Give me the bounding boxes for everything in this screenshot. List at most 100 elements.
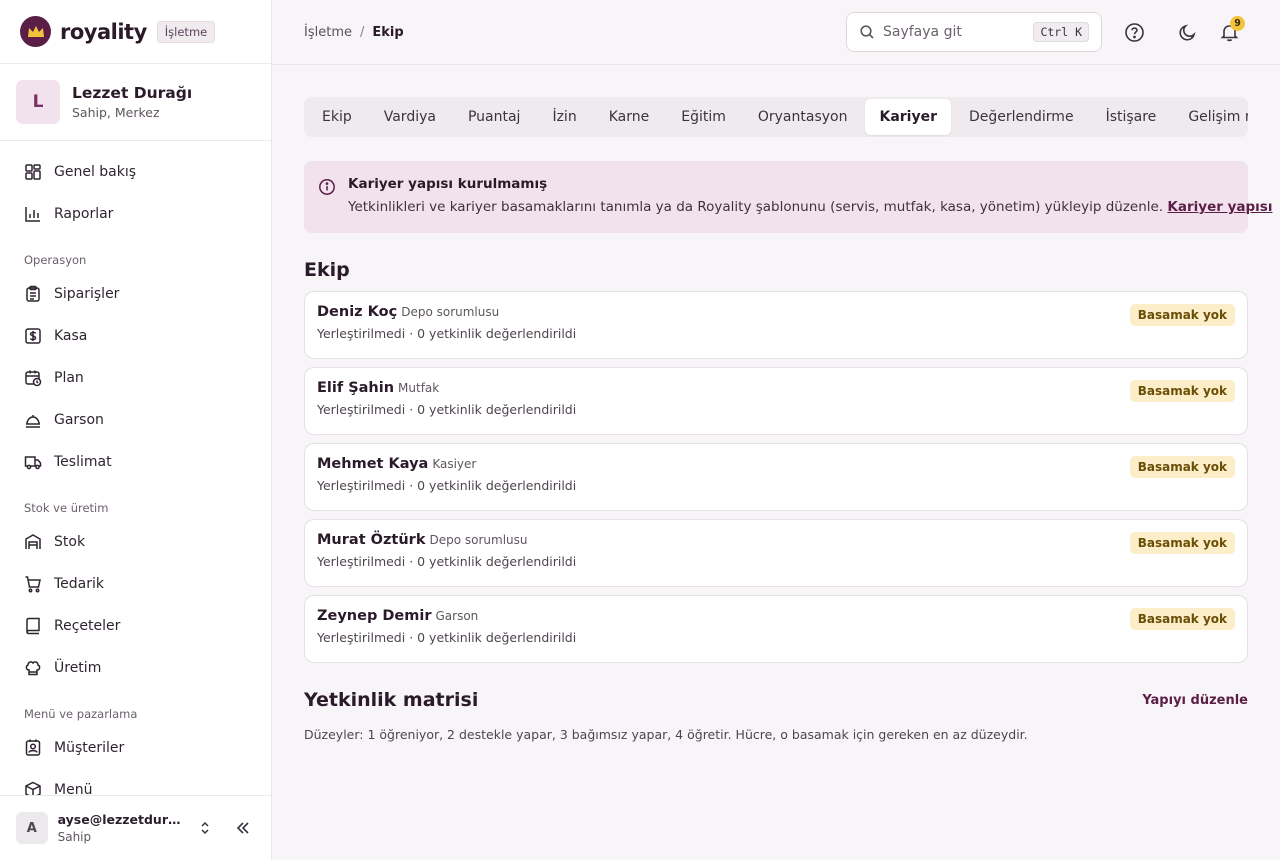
team-member-card[interactable]: Mehmet Kaya Kasiyer Yerleştirilmedi · 0 ye… xyxy=(304,443,1248,511)
sidebar-item-label: Teslimat xyxy=(54,454,112,470)
warehouse-icon xyxy=(25,534,41,549)
sidebar-item-label: Üretim xyxy=(54,660,102,676)
chevrons-up-down-icon[interactable] xyxy=(194,816,218,840)
tab-0[interactable]: Ekip xyxy=(308,99,366,135)
sidebar-item-musteriler[interactable]: Müşteriler xyxy=(0,727,271,769)
crown-logo-icon[interactable] xyxy=(20,16,51,47)
matrix-note: Düzeyler: 1 öğreniyor, 2 destekle yapar,… xyxy=(304,727,1028,742)
member-name-line: Elif Şahin Mutfak xyxy=(317,380,1235,396)
cart-icon xyxy=(25,576,41,593)
collapse-sidebar-icon[interactable] xyxy=(231,816,255,840)
sidebar-item-receteler[interactable]: Reçeteler xyxy=(0,605,271,647)
level-badge: Basamak yok xyxy=(1129,608,1235,630)
member-role: Garson xyxy=(435,609,479,623)
sidebar-item-genel-bakis[interactable]: Genel bakış xyxy=(0,151,271,193)
member-role: Mutfak xyxy=(398,381,440,395)
sidebar-nav: Genel bakış Raporlar Operasyon Siparişle… xyxy=(0,141,271,811)
tab-4[interactable]: Karne xyxy=(595,99,664,135)
user-role: Sahip xyxy=(57,830,92,844)
search-input[interactable]: Sayfaya git Ctrl K xyxy=(846,12,1102,52)
tab-2[interactable]: Puantaj xyxy=(454,99,534,135)
member-role: Depo sorumlusu xyxy=(429,533,528,547)
team-member-card[interactable]: Deniz Koç Depo sorumlusu Yerleştirilmedi ·… xyxy=(304,291,1248,359)
breadcrumb-parent[interactable]: İşletme xyxy=(304,25,352,40)
member-meta: Yerleştirilmedi · 0 yetkinlik değerlendi… xyxy=(317,402,577,417)
sidebar-item-label: Stok xyxy=(54,534,86,550)
member-name: Zeynep Demir xyxy=(317,608,432,624)
breadcrumb-current: Ekip xyxy=(372,24,404,40)
sidebar-item-label: Kasa xyxy=(54,328,88,344)
notification-badge: 9 xyxy=(1230,16,1245,31)
breadcrumb: İşletme / Ekip xyxy=(304,25,404,40)
cash-register-icon xyxy=(25,328,41,344)
alert-description: Yetkinlikleri ve kariyer basamaklarını t… xyxy=(348,199,1164,215)
tab-9[interactable]: İstişare xyxy=(1092,99,1171,135)
sidebar-item-siparisler[interactable]: Siparişler xyxy=(0,273,271,315)
member-name: Mehmet Kaya xyxy=(317,456,429,472)
tab-6[interactable]: Oryantasyon xyxy=(744,99,862,135)
career-structure-link[interactable]: Kariyer yapısı xyxy=(1167,199,1272,215)
sidebar-item-kasa[interactable]: Kasa xyxy=(0,315,271,357)
org-role: Sahip, Merkez xyxy=(72,105,160,120)
sidebar-item-label: Garson xyxy=(54,412,104,428)
member-meta: Yerleştirilmedi · 0 yetkinlik değerlendi… xyxy=(317,630,577,645)
tab-1[interactable]: Vardiya xyxy=(370,99,450,135)
tab-5[interactable]: Eğitim xyxy=(667,99,740,135)
member-name: Deniz Koç xyxy=(317,304,398,320)
sidebar-item-raporlar[interactable]: Raporlar xyxy=(0,193,271,235)
sidebar-item-label: Tedarik xyxy=(54,576,105,592)
tab-7[interactable]: Kariyer xyxy=(865,99,951,135)
sidebar: royality İşletme L Lezzet Durağı Sahip, … xyxy=(0,0,272,860)
tab-10[interactable]: Gelişim raporu xyxy=(1174,99,1248,135)
user-menu[interactable]: A ayse@lezzetduragi.com Sahip xyxy=(0,795,271,860)
member-role: Kasiyer xyxy=(432,457,477,471)
member-meta: Yerleştirilmedi · 0 yetkinlik değerlendi… xyxy=(317,478,577,493)
member-name-line: Deniz Koç Depo sorumlusu xyxy=(317,304,1235,320)
team-member-card[interactable]: Murat Öztürk Depo sorumlusu Yerleştirilmed… xyxy=(304,519,1248,587)
member-name: Murat Öztürk xyxy=(317,532,426,548)
sidebar-item-tedarik[interactable]: Tedarik xyxy=(0,563,271,605)
calendar-clock-icon xyxy=(25,370,42,387)
help-icon[interactable] xyxy=(1122,20,1146,44)
team-member-card[interactable]: Elif Şahin Mutfak Yerleştirilmedi · 0 yetk… xyxy=(304,367,1248,435)
member-name-line: Mehmet Kaya Kasiyer xyxy=(317,456,1235,472)
sidebar-item-teslimat[interactable]: Teslimat xyxy=(0,441,271,483)
edit-structure-button[interactable]: Yapıyı düzenle xyxy=(1142,693,1248,708)
matrix-title: Yetkinlik matrisi xyxy=(304,689,479,711)
level-badge: Basamak yok xyxy=(1129,456,1235,478)
search-icon xyxy=(860,25,874,39)
chef-hat-icon xyxy=(25,661,41,676)
sidebar-section-title: Operasyon xyxy=(24,253,87,267)
breadcrumb-separator: / xyxy=(359,24,365,40)
alert-text: Yetkinlikleri ve kariyer basamaklarını t… xyxy=(348,199,1272,215)
sidebar-item-label: Müşteriler xyxy=(54,740,125,756)
bell-icon[interactable]: 9 xyxy=(1217,16,1245,44)
sidebar-item-garson[interactable]: Garson xyxy=(0,399,271,441)
level-badge: Basamak yok xyxy=(1129,532,1235,554)
search-shortcut: Ctrl K xyxy=(1033,22,1089,42)
member-meta: Yerleştirilmedi · 0 yetkinlik değerlendi… xyxy=(317,326,577,341)
level-badge: Basamak yok xyxy=(1129,380,1235,402)
sidebar-item-stok[interactable]: Stok xyxy=(0,521,271,563)
book-icon xyxy=(26,617,40,635)
moon-icon[interactable] xyxy=(1175,20,1199,44)
sidebar-item-uretim[interactable]: Üretim xyxy=(0,647,271,689)
team-member-card[interactable]: Zeynep Demir Garson Yerleştirilmedi · 0 ye… xyxy=(304,595,1248,663)
tab-8[interactable]: Değerlendirme xyxy=(955,99,1088,135)
tab-bar: Ekip Vardiya Puantaj İzin Karne Eğitim Oryanta… xyxy=(304,97,1248,137)
clipboard-icon xyxy=(26,285,40,302)
workspace-tag: İşletme xyxy=(156,20,216,43)
matrix-header: Yetkinlik matrisi Yapıyı düzenle xyxy=(304,689,1248,711)
tab-3[interactable]: İzin xyxy=(538,99,590,135)
alert-title: Kariyer yapısı kurulmamış xyxy=(348,176,548,192)
member-name-line: Murat Öztürk Depo sorumlusu xyxy=(317,532,1235,548)
sidebar-item-plan[interactable]: Plan xyxy=(0,357,271,399)
member-name: Elif Şahin xyxy=(317,380,395,396)
org-avatar: L xyxy=(16,80,60,124)
topbar: İşletme / Ekip Sayfaya git Ctrl K 9 xyxy=(272,0,1280,65)
org-switcher[interactable]: L Lezzet Durağı Sahip, Merkez xyxy=(0,64,271,141)
sidebar-section-title: Menü ve pazarlama xyxy=(24,707,138,721)
sidebar-item-label: Reçeteler xyxy=(54,618,121,634)
sidebar-section-title: Stok ve üretim xyxy=(24,501,109,515)
brand-name[interactable]: royality xyxy=(60,20,147,44)
